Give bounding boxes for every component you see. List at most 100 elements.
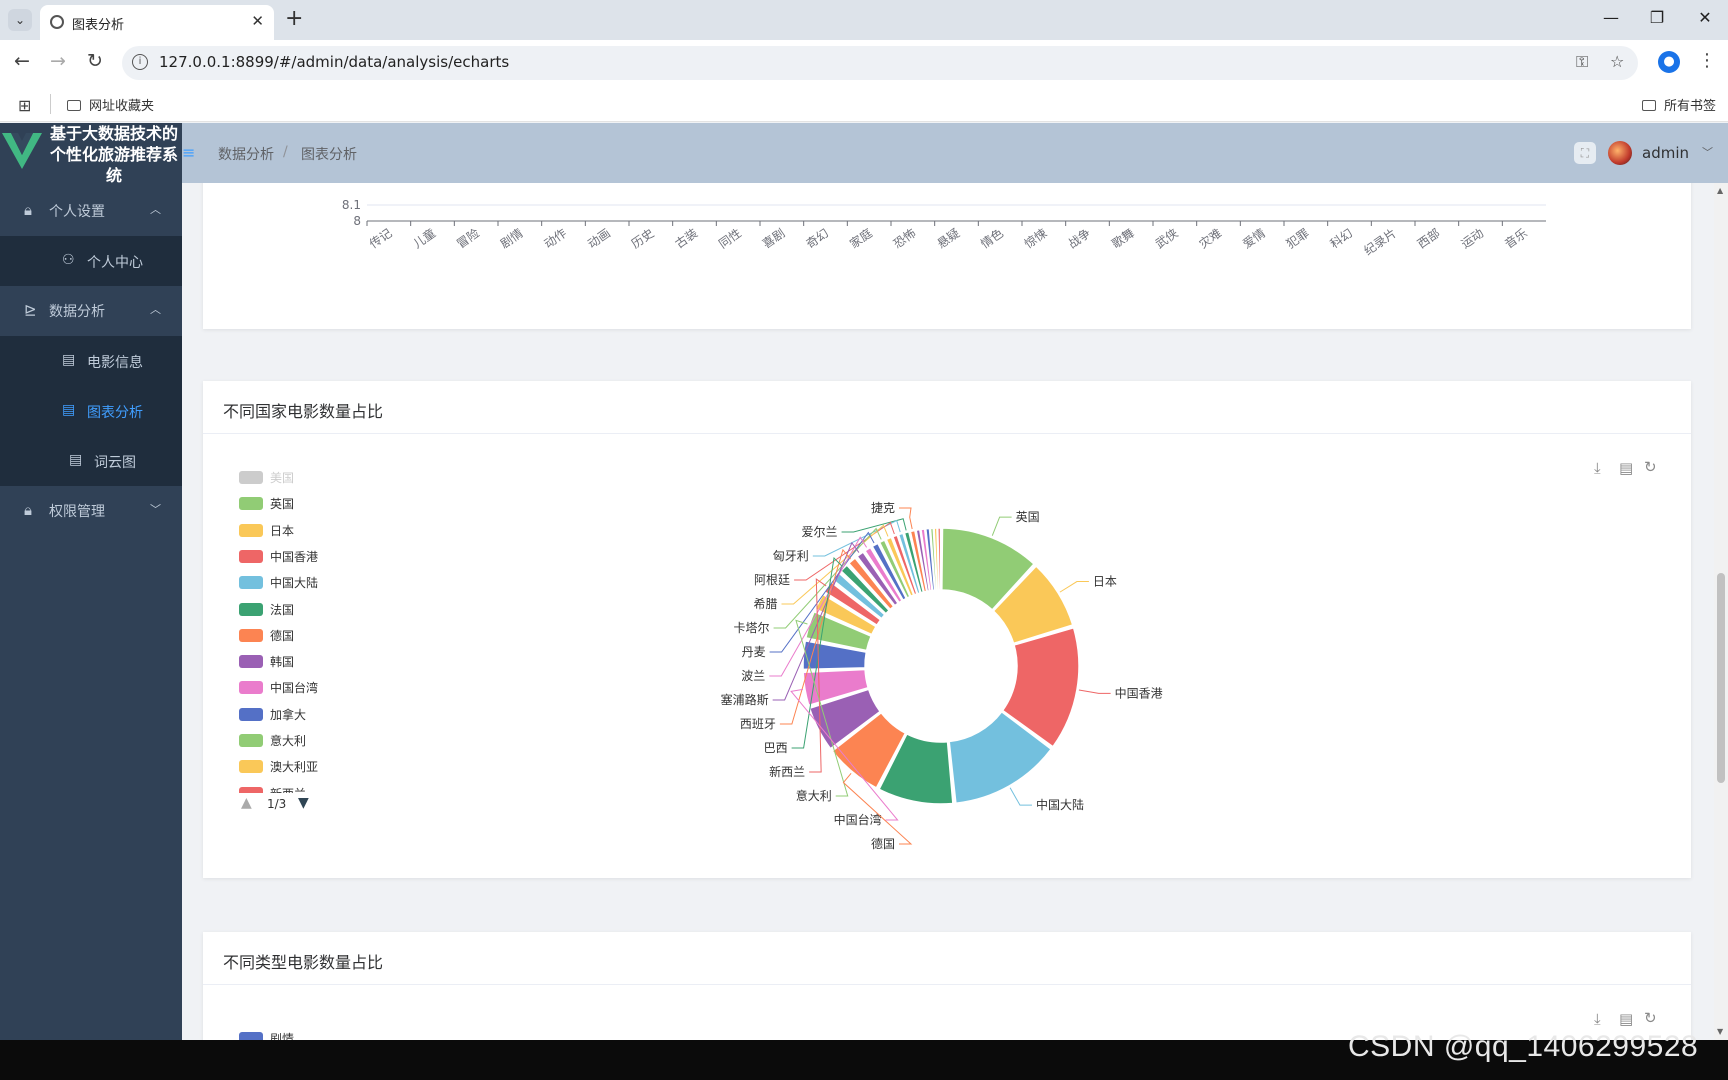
avatar[interactable]: [1608, 141, 1632, 165]
all-bookmarks[interactable]: 所有书签: [1642, 95, 1716, 114]
clipboard-icon: ▤: [69, 452, 83, 468]
x-tick-label: 动画: [585, 226, 613, 251]
apps-grid-icon[interactable]: ⊞: [18, 96, 31, 115]
fullscreen-icon[interactable]: ⛶: [1574, 142, 1596, 164]
page-scrollbar[interactable]: ▲ ▼: [1714, 183, 1728, 1040]
pie-label-line: [991, 516, 1012, 536]
chevron-down-icon[interactable]: ﹀: [1702, 144, 1713, 160]
minimize-icon[interactable]: —: [1596, 8, 1626, 27]
download-icon[interactable]: ⤓: [1594, 1010, 1601, 1028]
x-tick-label: 喜剧: [760, 226, 788, 251]
browser-toolbar: ← → ↻ i 127.0.0.1:8899/#/admin/data/anal…: [0, 40, 1728, 86]
scroll-thumb[interactable]: [1717, 573, 1725, 783]
data-view-icon[interactable]: ▤: [1619, 1010, 1633, 1028]
lock-icon: 🔒︎: [24, 201, 32, 219]
pie-label-line: [1059, 581, 1089, 593]
country-pie-card: 不同国家电影数量占比 ⤓ ▤ ↻ 美国 英国 日本 中国香港 中国大陆 法国 德国 韩国 中国台…: [203, 381, 1691, 878]
sub-item-chart-analysis[interactable]: ▤ 图表分析: [0, 386, 182, 436]
menu-permission-management[interactable]: 🔒︎ 权限管理 ﹀: [0, 486, 182, 536]
pie-slice-label: 阿根廷: [754, 573, 790, 587]
x-tick-label: 科幻: [1328, 226, 1356, 251]
new-tab-icon[interactable]: +: [285, 7, 303, 31]
x-tick-label: 奇幻: [804, 226, 832, 251]
address-bar[interactable]: i 127.0.0.1:8899/#/admin/data/analysis/e…: [122, 46, 1638, 80]
close-window-icon[interactable]: ✕: [1690, 8, 1720, 27]
menu-data-analysis[interactable]: ⊵ 数据分析 ︿: [0, 286, 182, 336]
pie-label-line: [899, 507, 913, 530]
scroll-down-icon[interactable]: ▼: [1717, 1027, 1723, 1036]
main-content: 8 8.1 传记 儿童 冒险 剧情 动作 动画 历史 古装 同性 喜剧 奇幻 家庭 恐怖 悬疑 情色 惊悚 战争 歌舞…: [182, 183, 1714, 1040]
legend-text: 剧情: [270, 1032, 295, 1040]
forward-icon[interactable]: →: [45, 50, 71, 72]
star-icon[interactable]: ☆: [1610, 52, 1624, 71]
sub-item-movie-info[interactable]: ▤ 电影信息: [0, 336, 182, 386]
genre-pie-card: 不同类型电影数量占比 ⤓ ▤ ↻ 剧情: [203, 932, 1691, 1040]
pie-slice-label: 卡塔尔: [734, 620, 770, 635]
bookmark-folder-label: 网址收藏夹: [89, 99, 155, 114]
sidebar: 基于大数据技术的个性化旅游推荐系统 🔒︎ 个人设置 ︿ ⚇ 个人中心 ⊵ 数据分…: [0, 123, 182, 1040]
x-tick-label: 爱情: [1240, 226, 1268, 251]
profile-icon[interactable]: ●: [1658, 51, 1680, 73]
browser-tab[interactable]: 图表分析 ✕: [40, 5, 274, 40]
y-tick-label: 8: [353, 214, 361, 228]
close-tab-icon[interactable]: ✕: [251, 12, 264, 30]
screen: ⌄ 图表分析 ✕ + — ❐ ✕ ← → ↻ i 127.0.0.1:8899/…: [0, 0, 1728, 1080]
x-tick-label: 历史: [629, 226, 657, 251]
x-tick-label: 灾难: [1196, 225, 1224, 251]
x-tick-label: 家庭: [847, 225, 875, 251]
tab-title: 图表分析: [72, 18, 125, 33]
breadcrumb-item: 图表分析: [301, 147, 357, 163]
x-tick-label: 恐怖: [890, 225, 918, 251]
vue-logo-icon: [2, 133, 42, 169]
scroll-up-icon[interactable]: ▲: [1717, 186, 1723, 195]
app-header: ≡ 数据分析 / 图表分析 ⛶ admin ﹀: [182, 123, 1728, 183]
url-text[interactable]: 127.0.0.1:8899/#/admin/data/analysis/ech…: [159, 53, 509, 71]
x-tick-label: 武侠: [1153, 226, 1181, 251]
pie-slice-label: 中国台湾: [834, 812, 882, 827]
x-tick-label: 同性: [716, 226, 744, 251]
pie-label-line: [1009, 787, 1032, 806]
sub-item-profile-center[interactable]: ⚇ 个人中心: [0, 236, 182, 286]
globe-icon: [50, 15, 64, 29]
pie-slice-label: 希腊: [753, 596, 777, 611]
site-info-icon[interactable]: i: [132, 54, 148, 70]
hamburger-icon[interactable]: ≡: [182, 143, 195, 162]
pie-slice-label: 英国: [1016, 510, 1040, 524]
sub-item-word-cloud[interactable]: ▤ 词云图: [0, 436, 182, 486]
pie-slice-label: 中国大陆: [1036, 797, 1084, 812]
x-tick-label: 西部: [1414, 225, 1442, 251]
menu-personal-settings[interactable]: 🔒︎ 个人设置 ︿: [0, 186, 182, 236]
lock-icon: 🔒︎: [24, 501, 32, 519]
browser-tab-strip: ⌄ 图表分析 ✕ + — ❐ ✕: [0, 0, 1728, 40]
breadcrumb-item[interactable]: 数据分析: [218, 144, 274, 164]
x-tick-label: 惊悚: [1021, 225, 1049, 251]
bookmarks-divider: [50, 94, 51, 114]
key-icon[interactable]: ⚿: [1576, 52, 1588, 72]
pie-slice-label: 巴西: [764, 741, 788, 755]
genre-bar-card: 8 8.1 传记 儿童 冒险 剧情 动作 动画 历史 古装 同性 喜剧 奇幻 家庭 恐怖 悬疑 情色 惊悚 战争 歌舞…: [203, 183, 1691, 329]
pie-slice-label: 中国香港: [1115, 685, 1163, 700]
x-tick-label: 古装: [672, 225, 700, 251]
reload-icon[interactable]: ↻: [82, 50, 108, 72]
back-icon[interactable]: ←: [9, 50, 35, 72]
clipboard-icon: ▤: [62, 402, 76, 418]
pie-slice-label: 意大利: [796, 788, 832, 803]
breadcrumb-separator: /: [283, 144, 288, 160]
tab-search-icon[interactable]: ⌄: [8, 9, 32, 31]
pie-slice-label: 西班牙: [740, 717, 776, 731]
pie-slice-label: 丹麦: [742, 645, 766, 659]
card-header: 不同类型电影数量占比: [203, 932, 1691, 985]
refresh-icon[interactable]: ↻: [1644, 1009, 1657, 1027]
all-bookmarks-label: 所有书签: [1664, 99, 1717, 114]
chevron-up-icon: ︿: [150, 203, 161, 216]
menu-label: 数据分析: [49, 304, 105, 320]
card-title: 不同类型电影数量占比: [223, 953, 384, 972]
more-menu-icon[interactable]: ⋮: [1698, 50, 1716, 71]
restore-icon[interactable]: ❐: [1642, 8, 1672, 27]
bookmark-folder[interactable]: 网址收藏夹: [67, 95, 154, 114]
chart-icon: ⊵: [24, 301, 37, 319]
user-name[interactable]: admin: [1642, 144, 1689, 162]
legend-swatch: [239, 1032, 263, 1040]
pie-slice-label: 波兰: [741, 669, 765, 683]
x-tick-label: 剧情: [498, 226, 526, 251]
